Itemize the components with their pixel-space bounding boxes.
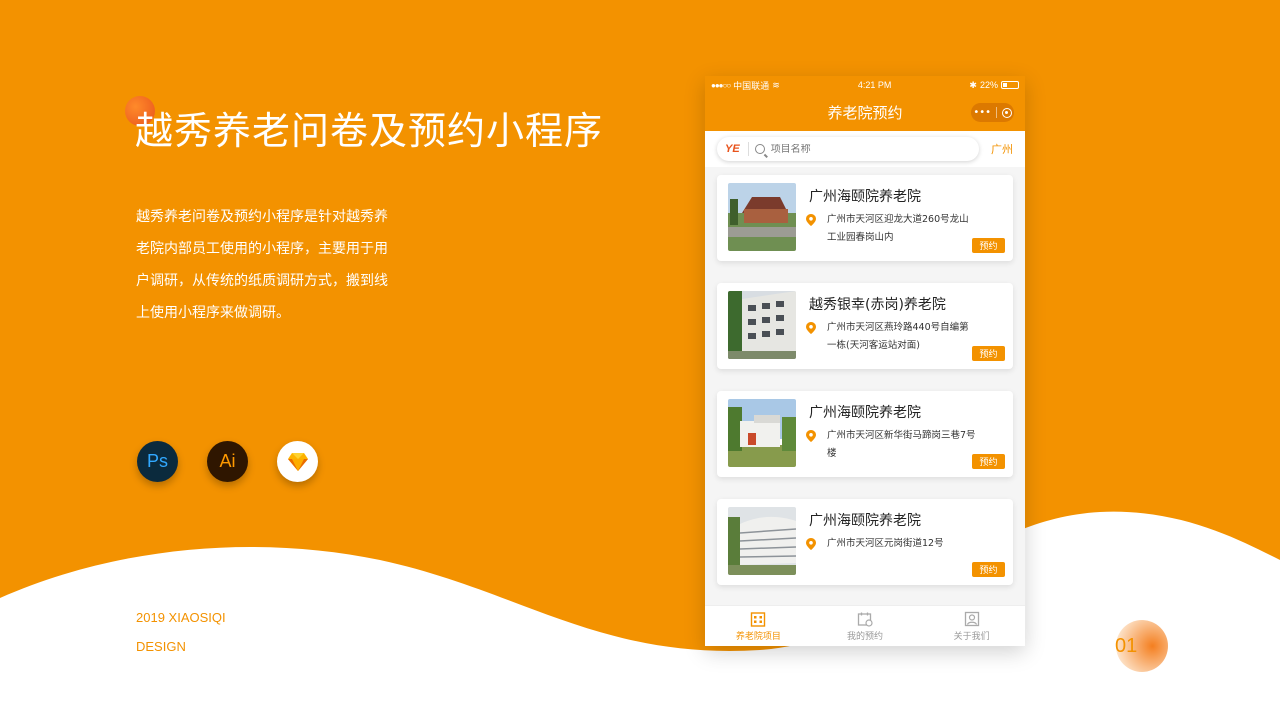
nursing-home-list: 广州海颐院养老院 广州市天河区迎龙大道260号龙山工业园春岗山内 预约 越秀银幸… bbox=[705, 167, 1025, 585]
signal-icon: ●●●○○ bbox=[711, 80, 731, 90]
status-time: 4:21 PM bbox=[857, 80, 892, 90]
nursing-home-address: 广州市天河区迎龙大道260号龙山工业园春岗山内 bbox=[827, 214, 969, 243]
wifi-icon: ≋ bbox=[772, 79, 780, 90]
calendar-icon bbox=[857, 612, 873, 627]
miniprogram-capsule: ••• bbox=[971, 103, 1014, 122]
page-number-badge: 01 bbox=[1115, 620, 1168, 672]
book-button[interactable]: 预约 bbox=[972, 562, 1005, 577]
tab-about-us[interactable]: 关于我们 bbox=[918, 606, 1025, 646]
nursing-home-photo bbox=[728, 291, 796, 359]
status-bar: ●●●○○ 中国联通 ≋ 4:21 PM ✱ 22% bbox=[705, 76, 1025, 94]
slide-description: 越秀养老问卷及预约小程序是针对越秀养老院内部员工使用的小程序，主要用于用户调研，… bbox=[136, 209, 388, 321]
location-pin-icon bbox=[806, 430, 816, 442]
more-button[interactable]: ••• bbox=[973, 107, 991, 118]
nursing-home-address: 广州市天河区新华街马蹄岗三巷7号楼 bbox=[827, 430, 976, 459]
capsule-divider bbox=[995, 107, 997, 118]
page-number: 01 bbox=[1115, 634, 1138, 657]
search-row: YE 广州 bbox=[705, 131, 1025, 167]
phone-mockup: ●●●○○ 中国联通 ≋ 4:21 PM ✱ 22% 养老院预约 ••• YE … bbox=[705, 76, 1025, 646]
close-miniprogram-button[interactable] bbox=[1001, 107, 1012, 118]
photoshop-label: Ps bbox=[146, 451, 168, 471]
list-item[interactable]: 广州海颐院养老院 广州市天河区新华街马蹄岗三巷7号楼 预约 bbox=[717, 391, 1013, 477]
tab-label: 我的预约 bbox=[847, 631, 884, 642]
nursing-home-address: 广州市天河区元岗街道12号 bbox=[827, 538, 944, 549]
illustrator-icon: Ai bbox=[207, 441, 248, 482]
tab-bar: 养老院项目 我的预约 关于我们 bbox=[705, 605, 1025, 646]
book-button[interactable]: 预约 bbox=[972, 346, 1005, 361]
nursing-home-name: 广州海颐院养老院 bbox=[809, 189, 921, 205]
nav-title: 养老院预约 bbox=[827, 104, 903, 122]
brand-logo-icon: YE bbox=[725, 143, 740, 155]
sketch-icon bbox=[277, 441, 318, 482]
battery-icon bbox=[1000, 81, 1019, 89]
nursing-home-photo bbox=[728, 507, 796, 575]
nursing-home-name: 广州海颐院养老院 bbox=[809, 513, 921, 529]
carrier-label: 中国联通 bbox=[733, 80, 770, 91]
city-selector[interactable]: 广州 bbox=[991, 141, 1013, 157]
nursing-home-photo bbox=[728, 183, 796, 251]
location-pin-icon bbox=[806, 214, 816, 226]
tab-label: 养老院项目 bbox=[735, 631, 781, 642]
footer-design: DESIGN bbox=[136, 639, 186, 654]
nursing-home-name: 广州海颐院养老院 bbox=[809, 405, 921, 421]
illustrator-label: Ai bbox=[219, 451, 236, 471]
search-icon bbox=[754, 144, 765, 154]
slide-title: 越秀养老问卷及预约小程序 bbox=[135, 109, 604, 153]
footer-year: 2019 XIAOSIQI bbox=[136, 610, 226, 625]
search-box[interactable]: YE bbox=[717, 137, 979, 161]
nursing-home-name: 越秀银幸(赤岗)养老院 bbox=[809, 297, 946, 313]
nursing-home-photo bbox=[728, 399, 796, 467]
bluetooth-icon: ✱ bbox=[969, 79, 977, 90]
photoshop-icon: Ps bbox=[137, 441, 178, 482]
list-item[interactable]: 广州海颐院养老院 广州市天河区迎龙大道260号龙山工业园春岗山内 预约 bbox=[717, 175, 1013, 261]
sketch-diamond-icon bbox=[287, 452, 308, 471]
nursing-home-address: 广州市天河区燕玲路440号自编第一栋(天河客运站对面) bbox=[827, 322, 969, 351]
tab-my-bookings[interactable]: 我的预约 bbox=[812, 606, 919, 646]
tab-nursing-homes[interactable]: 养老院项目 bbox=[705, 606, 812, 646]
battery-percent: 22% bbox=[979, 80, 998, 90]
user-icon bbox=[964, 611, 979, 626]
book-button[interactable]: 预约 bbox=[972, 454, 1005, 469]
search-input[interactable] bbox=[770, 143, 941, 155]
tab-label: 关于我们 bbox=[953, 631, 990, 642]
building-icon bbox=[751, 611, 766, 627]
location-pin-icon bbox=[806, 322, 816, 334]
list-item[interactable]: 越秀银幸(赤岗)养老院 广州市天河区燕玲路440号自编第一栋(天河客运站对面) … bbox=[717, 283, 1013, 369]
location-pin-icon bbox=[806, 538, 816, 550]
book-button[interactable]: 预约 bbox=[972, 238, 1005, 253]
list-item[interactable]: 广州海颐院养老院 广州市天河区元岗街道12号 预约 bbox=[717, 499, 1013, 585]
nav-bar: 养老院预约 ••• bbox=[705, 94, 1025, 131]
search-divider bbox=[747, 142, 749, 156]
